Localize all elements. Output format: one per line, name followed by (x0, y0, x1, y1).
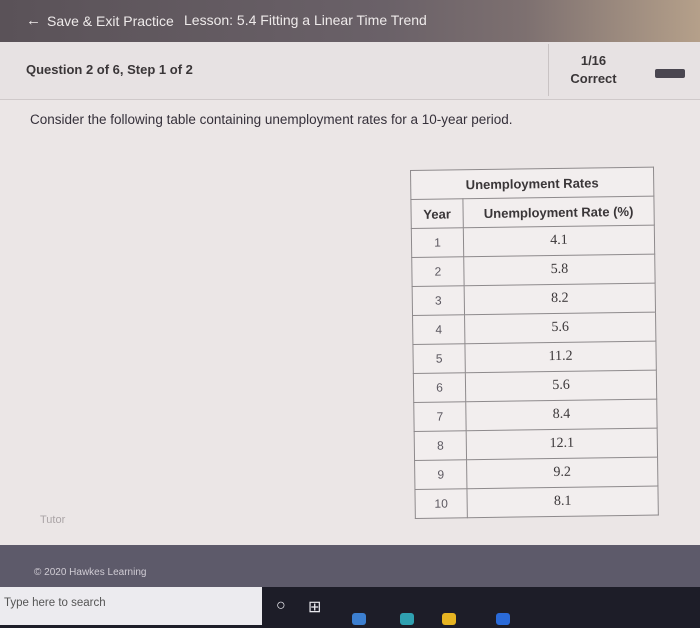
table-row: 9 9.2 (414, 457, 658, 490)
rate-cell: 5.6 (465, 370, 657, 402)
table-row: 10 8.1 (414, 486, 659, 519)
column-header-rate: Unemployment Rate (%) (462, 196, 655, 228)
task-view-icon[interactable]: ⊞ (308, 597, 321, 617)
rate-cell: 11.2 (464, 341, 657, 373)
rate-cell: 9.2 (466, 457, 658, 489)
lesson-title: Lesson: 5.4 Fitting a Linear Time Trend (184, 12, 427, 28)
table-row: 4 5.6 (412, 312, 656, 345)
year-cell: 1 (411, 227, 464, 258)
year-cell: 5 (412, 343, 466, 374)
score-count: 1/16 (580, 53, 607, 68)
question-header: Question 2 of 6, Step 1 of 2 1/16 Correc… (0, 42, 700, 100)
score-status: Correct (570, 71, 617, 86)
table-caption: Unemployment Rates (410, 167, 654, 200)
question-prompt: Consider the following table containing … (30, 112, 513, 127)
rate-cell: 8.4 (465, 399, 658, 431)
taskbar-search-input[interactable]: Type here to search (0, 587, 262, 625)
year-cell: 2 (411, 256, 465, 287)
taskbar-app-icon[interactable] (352, 613, 366, 625)
year-cell: 3 (412, 285, 465, 316)
table-row: 8 12.1 (414, 428, 658, 461)
table-row: 1 4.1 (411, 225, 655, 258)
rate-cell: 8.2 (464, 283, 656, 315)
year-cell: 9 (414, 459, 467, 490)
year-cell: 6 (413, 372, 466, 403)
tutor-button[interactable]: Tutor (40, 514, 65, 526)
back-arrow-icon: ← (26, 12, 41, 29)
taskbar-app-icon[interactable] (496, 613, 510, 625)
save-exit-button[interactable]: ← Save & Exit Practice (26, 12, 174, 29)
taskbar-app-icon[interactable] (442, 613, 456, 625)
rate-cell: 5.8 (463, 254, 656, 286)
question-content: Consider the following table containing … (0, 100, 700, 545)
progress-indicator (655, 69, 685, 78)
year-cell: 7 (413, 401, 467, 432)
question-step-title: Question 2 of 6, Step 1 of 2 (26, 62, 193, 77)
rate-cell: 4.1 (463, 225, 655, 257)
unemployment-table: Unemployment Rates Year Unemployment Rat… (410, 166, 659, 519)
year-cell: 4 (412, 314, 465, 345)
rate-cell: 12.1 (466, 428, 658, 460)
rate-cell: 8.1 (466, 486, 659, 518)
score-box: 1/16 Correct (548, 44, 638, 96)
table-row: 3 8.2 (412, 283, 656, 316)
table-row: 7 8.4 (413, 399, 658, 432)
table-row: 6 5.6 (413, 370, 657, 403)
year-cell: 10 (414, 488, 468, 519)
top-nav-bar: ← Save & Exit Practice Lesson: 5.4 Fitti… (0, 0, 700, 42)
footer-bar: © 2020 Hawkes Learning (0, 545, 700, 587)
column-header-year: Year (410, 198, 464, 229)
os-taskbar: Type here to search ○ ⊞ (0, 587, 700, 628)
save-exit-label: Save & Exit Practice (47, 12, 174, 29)
taskbar-app-icon[interactable] (400, 613, 414, 625)
rate-cell: 5.6 (464, 312, 656, 344)
table-row: 2 5.8 (411, 254, 656, 287)
year-cell: 8 (414, 430, 467, 461)
table-row: 5 11.2 (412, 341, 657, 374)
copyright-text: © 2020 Hawkes Learning (34, 567, 147, 578)
cortana-circle-icon[interactable]: ○ (276, 597, 286, 615)
